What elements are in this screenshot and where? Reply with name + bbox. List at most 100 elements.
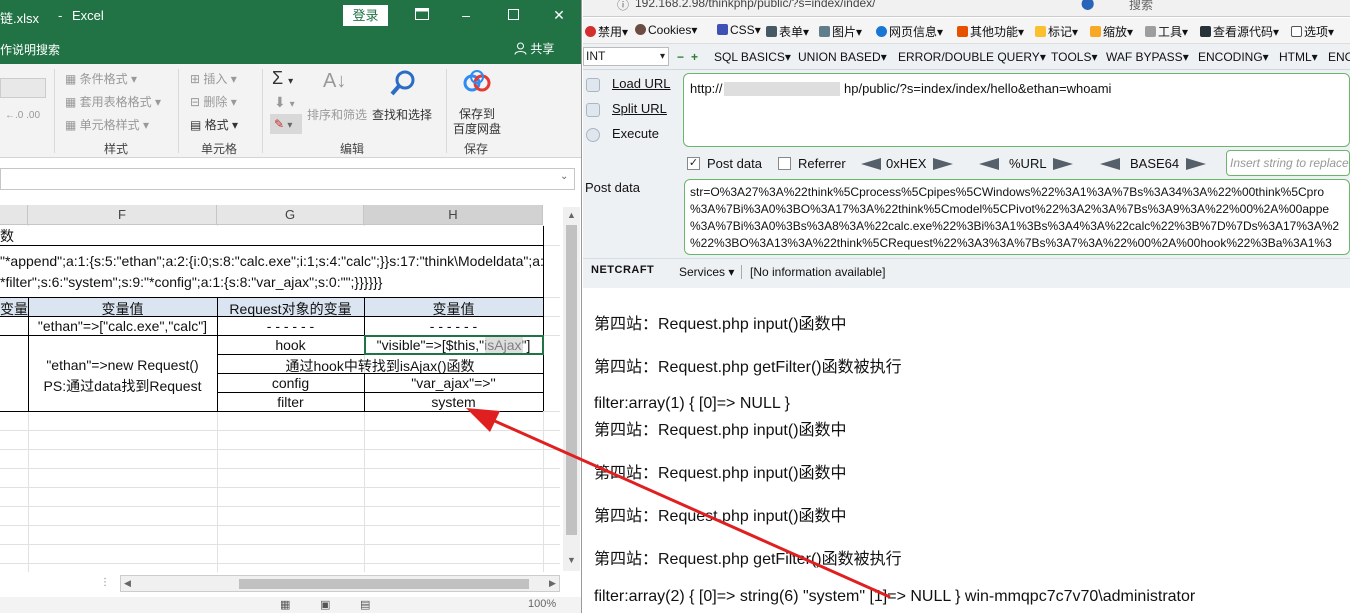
normal-view-icon[interactable]: ▦ [280, 598, 290, 611]
chevron-down-icon[interactable]: ⌄ [560, 171, 568, 182]
menu-union-based[interactable]: UNION BASED▾ [798, 50, 887, 64]
url-decode-arrow-icon[interactable] [979, 158, 999, 170]
insert-button[interactable]: ⊞ 插入 ▾ [190, 70, 237, 87]
info-icon[interactable]: ⓘ [617, 0, 629, 13]
toolbar-resize[interactable]: 缩放▾ [1090, 23, 1133, 40]
column-header-f[interactable]: F [28, 205, 217, 225]
scroll-down-icon[interactable]: ▼ [567, 555, 576, 565]
referrer-checkbox[interactable] [778, 157, 791, 170]
scroll-up-icon[interactable]: ▲ [567, 210, 576, 220]
merged-request-cell[interactable]: "ethan"=>new Request() PS:通过data找到Reques… [28, 336, 217, 411]
minimize-icon[interactable]: – [456, 6, 476, 24]
url-encode-arrow-icon[interactable] [1053, 158, 1073, 170]
toolbar-misc[interactable]: 其他功能▾ [957, 23, 1024, 40]
int-select[interactable]: INT ▾ [583, 47, 669, 66]
column-header-e[interactable] [0, 205, 28, 225]
address-bar[interactable]: 192.168.2.98/thinkphp/public/?s=index/in… [635, 0, 876, 10]
url-textarea[interactable]: http:// hp/public/?s=index/index/hello&e… [683, 73, 1350, 147]
hex-decode-arrow-icon[interactable] [861, 158, 881, 170]
base64-decode-arrow-icon[interactable] [1100, 158, 1120, 170]
baidu-pan-icon[interactable] [463, 70, 491, 99]
menu-encoding[interactable]: ENCODING▾ [1198, 50, 1269, 64]
post-data-option[interactable]: Post data [707, 156, 762, 171]
menu-waf-bypass[interactable]: WAF BYPASS▾ [1106, 50, 1189, 64]
column-header-h[interactable]: H [364, 205, 543, 225]
toolbar-forms[interactable]: 表单▾ [766, 23, 809, 40]
toolbar-page-info[interactable]: 网页信息▾ [876, 23, 943, 40]
plus-icon[interactable]: + [691, 50, 698, 64]
execute-button[interactable]: Execute [612, 126, 659, 141]
referrer-option[interactable]: Referrer [798, 156, 846, 171]
menu-sql-basics[interactable]: SQL BASICS▾ [714, 50, 791, 64]
sort-filter-icon[interactable]: A↓ [323, 70, 346, 93]
vertical-scrollbar[interactable]: ▲ ▼ [563, 207, 580, 571]
cell-filter-value[interactable]: system [364, 394, 543, 410]
fill-icon[interactable]: ⬇ ▾ [274, 94, 295, 111]
menu-tools[interactable]: TOOLS▾ [1051, 50, 1098, 64]
close-icon[interactable]: ✕ [549, 6, 569, 24]
column-header-g[interactable]: G [217, 205, 364, 225]
post-data-checkbox[interactable]: ✓ [687, 157, 700, 170]
sort-filter-button[interactable]: 排序和筛选 [307, 106, 367, 123]
spreadsheet-grid[interactable]: F G H 数 "*append";a:1:{s:5:"ethan";a:2:{… [0, 205, 560, 572]
number-format-dropdown[interactable] [0, 78, 46, 98]
formula-input[interactable] [0, 168, 575, 190]
login-button[interactable]: 登录 [343, 5, 388, 26]
page-layout-icon[interactable]: ▣ [320, 598, 330, 611]
extension-icon[interactable]: ⬤ [1081, 0, 1094, 10]
toolbar-css[interactable]: CSS▾ [717, 23, 761, 37]
cell-dashes-g[interactable]: - - - - - - [217, 318, 364, 334]
services-menu[interactable]: Services ▾ [679, 265, 734, 279]
toolbar-disable[interactable]: 禁用▾ [585, 23, 628, 40]
cell-hook[interactable]: hook [217, 337, 364, 353]
scroll-thumb[interactable] [566, 225, 577, 535]
cell-config[interactable]: config [217, 375, 364, 391]
tell-me-search[interactable]: 作说明搜索 [0, 41, 60, 58]
delete-button[interactable]: ⊟ 删除 ▾ [190, 93, 237, 110]
menu-error-double-query[interactable]: ERROR/DOUBLE QUERY▾ [898, 50, 1046, 64]
zoom-level[interactable]: 100% [528, 598, 556, 610]
sheet-splitter-icon[interactable]: ⋮ [100, 577, 110, 588]
merged-header-cell[interactable]: 数 [0, 226, 543, 245]
netcraft-logo[interactable]: NETCRAFT [591, 264, 654, 276]
autosum-icon[interactable]: Σ ▾ [272, 68, 293, 89]
cell-config-value[interactable]: "var_ajax"=>'' [364, 375, 543, 391]
share-button[interactable]: 共享 [514, 40, 554, 57]
split-url-button[interactable]: Split URL [612, 101, 667, 116]
toolbar-view-source[interactable]: 查看源代码▾ [1200, 23, 1279, 40]
toolbar-tools[interactable]: 工具▾ [1145, 23, 1188, 40]
scroll-right-icon[interactable]: ▶ [549, 578, 556, 589]
payload-cell[interactable]: "*append";a:1:{s:5:"ethan";a:2:{i:0;s:8:… [0, 246, 543, 297]
horizontal-scrollbar[interactable]: ◀ ▶ [120, 575, 560, 592]
hex-encode-arrow-icon[interactable] [933, 158, 953, 170]
scroll-left-icon[interactable]: ◀ [124, 578, 131, 589]
cell-filter[interactable]: filter [217, 394, 364, 410]
scroll-thumb-horizontal[interactable] [239, 579, 529, 589]
load-url-button[interactable]: Load URL [612, 76, 671, 91]
maximize-icon[interactable] [503, 6, 523, 24]
menu-enc[interactable]: ENC [1328, 50, 1350, 64]
menu-html[interactable]: HTML▾ [1279, 50, 1318, 64]
cell-ethan-array[interactable]: "ethan"=>["calc.exe","calc"] [28, 318, 217, 334]
format-button[interactable]: ▤ 格式 ▾ [190, 116, 238, 133]
search-box[interactable]: 搜索 [1129, 0, 1153, 13]
clear-icon[interactable]: ✎ ▾ [270, 114, 302, 134]
find-select-icon[interactable] [389, 69, 417, 100]
increase-decimal-icon[interactable]: ←.0 .00 [5, 110, 40, 121]
base64-encode-arrow-icon[interactable] [1186, 158, 1206, 170]
toolbar-images[interactable]: 图片▾ [819, 23, 862, 40]
post-data-textarea[interactable]: str=O%3A27%3A%22think%5Cprocess%5Cpipes%… [684, 179, 1350, 255]
minus-icon[interactable]: − [677, 50, 684, 64]
page-break-icon[interactable]: ▤ [360, 598, 370, 611]
insert-string-input[interactable]: Insert string to replace [1226, 150, 1350, 176]
toolbar-cookies[interactable]: Cookies▾ [635, 23, 697, 37]
conditional-format-button[interactable]: ▦ 条件格式 ▾ [65, 70, 137, 87]
cell-dashes-h[interactable]: - - - - - - [364, 318, 543, 334]
cell-style-button[interactable]: ▦ 单元格样式 ▾ [65, 116, 149, 133]
ribbon-display-icon[interactable] [412, 6, 432, 24]
toolbar-outline[interactable]: 标记▾ [1035, 23, 1078, 40]
table-format-button[interactable]: ▦ 套用表格格式 ▾ [65, 93, 161, 110]
toolbar-options[interactable]: 选项▾ [1291, 23, 1334, 40]
find-select-button[interactable]: 查找和选择 [372, 106, 432, 123]
baidu-pan-label[interactable]: 百度网盘 [453, 120, 501, 137]
